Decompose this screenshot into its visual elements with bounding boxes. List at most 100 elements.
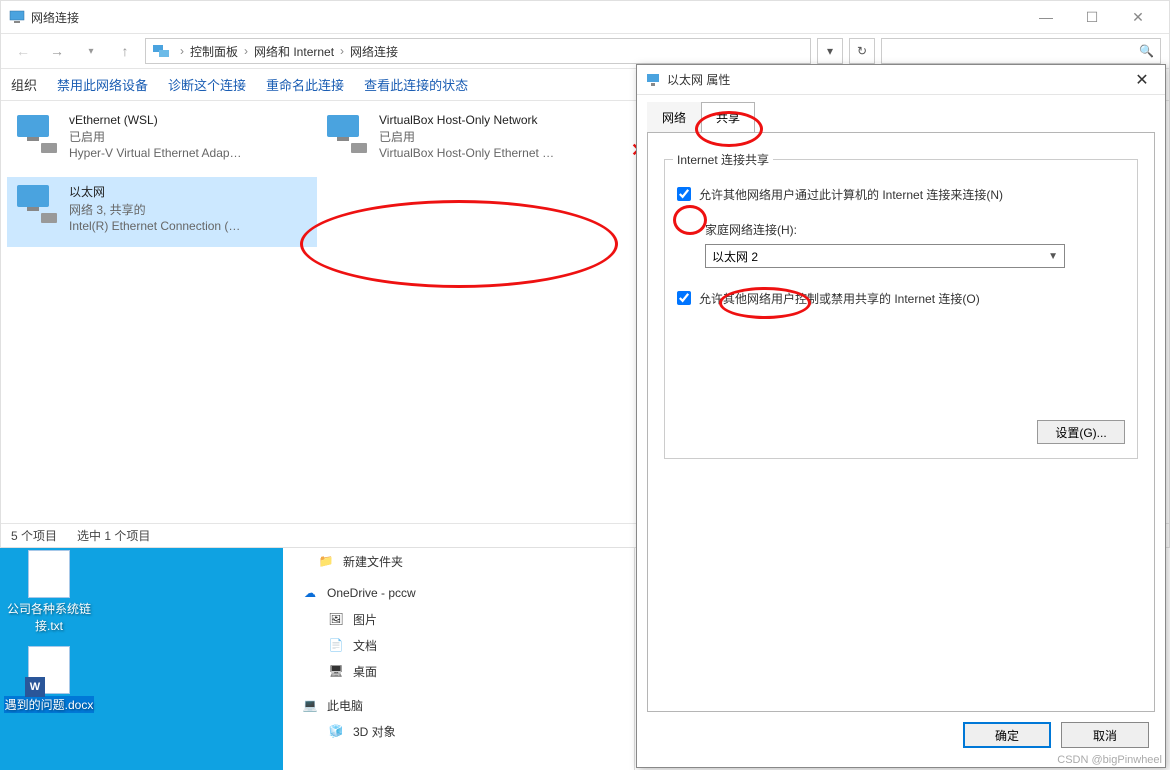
tree-folder[interactable]: 📁 新建文件夹 bbox=[283, 548, 634, 574]
network-adapter-icon bbox=[13, 183, 61, 229]
allow-share-checkbox-row[interactable]: 允许其他网络用户通过此计算机的 Internet 连接来连接(N) bbox=[677, 186, 1125, 203]
window-controls: — ☐ ✕ bbox=[1023, 3, 1161, 31]
diagnose-button[interactable]: 诊断这个连接 bbox=[168, 75, 246, 94]
breadcrumb-network-internet[interactable]: 网络和 Internet bbox=[254, 43, 334, 60]
app-icon bbox=[9, 9, 25, 25]
breadcrumb-network-connections[interactable]: 网络连接 bbox=[350, 43, 398, 60]
dialog-titlebar: 以太网 属性 ✕ bbox=[637, 65, 1165, 95]
desktop: 公司各种系统链接.txt W 遇到的问题.docx bbox=[0, 548, 283, 770]
desktop-file-label: 公司各种系统链接.txt bbox=[4, 600, 94, 634]
adapter-vethernet-wsl[interactable]: vEthernet (WSL) 已启用 Hyper-V Virtual Ethe… bbox=[7, 107, 317, 177]
item-count: 5 个项目 bbox=[11, 527, 57, 544]
tree-pictures[interactable]: 🖼 图片 bbox=[283, 606, 634, 632]
allow-share-label: 允许其他网络用户通过此计算机的 Internet 连接来连接(N) bbox=[699, 186, 1003, 203]
adapter-name: VirtualBox Host-Only Network bbox=[379, 113, 621, 127]
breadcrumb: › 控制面板 › 网络和 Internet › 网络连接 bbox=[176, 43, 398, 60]
search-icon: 🔍 bbox=[1139, 44, 1154, 58]
dialog-body: Internet 连接共享 允许其他网络用户通过此计算机的 Internet 连… bbox=[647, 132, 1155, 712]
disable-device-button[interactable]: 禁用此网络设备 bbox=[57, 75, 148, 94]
desktop-file-label: 遇到的问题.docx bbox=[4, 696, 94, 713]
word-badge-icon: W bbox=[25, 677, 45, 697]
breadcrumb-control-panel[interactable]: 控制面板 bbox=[190, 43, 238, 60]
adapter-name: vEthernet (WSL) bbox=[69, 113, 311, 127]
pictures-icon: 🖼 bbox=[327, 610, 345, 628]
search-input[interactable]: 🔍 bbox=[881, 38, 1161, 64]
adapter-status: 已启用 bbox=[69, 128, 311, 145]
desktop-icon: 🖥 bbox=[327, 662, 345, 680]
chevron-right-icon: › bbox=[180, 44, 184, 58]
onedrive-icon: ☁ bbox=[301, 584, 319, 602]
pc-icon: 💻 bbox=[301, 696, 319, 714]
adapter-name: 以太网 bbox=[69, 183, 311, 200]
tree-label: 此电脑 bbox=[327, 697, 363, 714]
adapter-status: 网络 3, 共享的 bbox=[69, 201, 311, 218]
watermark: CSDN @bigPinwheel bbox=[1057, 754, 1162, 766]
ethernet-properties-dialog: 以太网 属性 ✕ 网络 共享 Internet 连接共享 允许其他网络用户通过此… bbox=[636, 64, 1166, 768]
tree-label: 新建文件夹 bbox=[343, 553, 403, 570]
address-dropdown[interactable]: ▾ bbox=[817, 38, 843, 64]
chevron-right-icon: › bbox=[244, 44, 248, 58]
selected-count: 选中 1 个项目 bbox=[77, 527, 150, 544]
view-status-button[interactable]: 查看此连接的状态 bbox=[364, 75, 468, 94]
back-button[interactable]: ← bbox=[9, 37, 37, 65]
organize-menu[interactable]: 组织 bbox=[11, 75, 37, 94]
explorer-nav-tree: 📁 新建文件夹 ☁ OneDrive - pccw 🖼 图片 📄 文档 🖥 桌面… bbox=[283, 548, 635, 770]
window-title: 网络连接 bbox=[31, 9, 1023, 26]
tab-sharing[interactable]: 共享 bbox=[701, 102, 755, 133]
tree-documents[interactable]: 📄 文档 bbox=[283, 632, 634, 658]
tree-desktop[interactable]: 🖥 桌面 bbox=[283, 658, 634, 684]
ok-button[interactable]: 确定 bbox=[963, 722, 1051, 748]
groupbox-title: Internet 连接共享 bbox=[673, 151, 773, 168]
dialog-tabs: 网络 共享 bbox=[637, 95, 1165, 132]
3d-icon: 🧊 bbox=[327, 722, 345, 740]
adapter-ethernet[interactable]: 以太网 网络 3, 共享的 Intel(R) Ethernet Connecti… bbox=[7, 177, 317, 247]
recent-dropdown[interactable]: ▾ bbox=[77, 37, 105, 65]
home-connection-combobox[interactable]: 以太网 2 ▼ bbox=[705, 244, 1065, 268]
dialog-title: 以太网 属性 bbox=[667, 71, 1127, 88]
maximize-button[interactable]: ☐ bbox=[1069, 3, 1115, 31]
tree-label: 文档 bbox=[353, 637, 377, 654]
adapter-device: Hyper-V Virtual Ethernet Adap… bbox=[69, 146, 311, 160]
minimize-button[interactable]: — bbox=[1023, 3, 1069, 31]
dialog-close-button[interactable]: ✕ bbox=[1127, 70, 1157, 90]
desktop-file-docx[interactable]: W 遇到的问题.docx bbox=[4, 646, 94, 713]
home-connection-value: 以太网 2 bbox=[712, 248, 758, 265]
home-connection-group: 家庭网络连接(H): 以太网 2 ▼ bbox=[705, 221, 1125, 268]
ics-groupbox: Internet 连接共享 允许其他网络用户通过此计算机的 Internet 连… bbox=[664, 159, 1138, 459]
tab-network[interactable]: 网络 bbox=[647, 102, 701, 132]
tree-label: 3D 对象 bbox=[353, 723, 396, 740]
home-connection-label: 家庭网络连接(H): bbox=[705, 221, 1125, 238]
cancel-button[interactable]: 取消 bbox=[1061, 722, 1149, 748]
forward-button[interactable]: → bbox=[43, 37, 71, 65]
folder-icon: 📁 bbox=[317, 552, 335, 570]
refresh-button[interactable]: ↻ bbox=[849, 38, 875, 64]
txt-file-icon bbox=[28, 550, 70, 598]
up-button[interactable]: ↑ bbox=[111, 37, 139, 65]
docx-file-icon: W bbox=[28, 646, 70, 694]
network-adapter-icon bbox=[13, 113, 61, 159]
desktop-file-txt[interactable]: 公司各种系统链接.txt bbox=[4, 550, 94, 634]
network-folder-icon bbox=[152, 42, 170, 60]
adapter-status: 已启用 bbox=[379, 128, 621, 145]
tree-onedrive[interactable]: ☁ OneDrive - pccw bbox=[283, 580, 634, 606]
adapter-virtualbox[interactable]: VirtualBox Host-Only Network 已启用 Virtual… bbox=[317, 107, 627, 177]
titlebar: 网络连接 — ☐ ✕ bbox=[1, 1, 1169, 33]
tree-label: 桌面 bbox=[353, 663, 377, 680]
adapter-device: Intel(R) Ethernet Connection (… bbox=[69, 219, 311, 233]
close-button[interactable]: ✕ bbox=[1115, 3, 1161, 31]
settings-button[interactable]: 设置(G)... bbox=[1037, 420, 1125, 444]
adapter-device: VirtualBox Host-Only Ethernet … bbox=[379, 146, 621, 160]
tree-this-pc[interactable]: 💻 此电脑 bbox=[283, 692, 634, 718]
allow-control-label: 允许其他网络用户控制或禁用共享的 Internet 连接(O) bbox=[699, 290, 980, 307]
network-icon bbox=[645, 72, 661, 88]
tree-label: 图片 bbox=[353, 611, 377, 628]
network-adapter-icon bbox=[323, 113, 371, 159]
rename-button[interactable]: 重命名此连接 bbox=[266, 75, 344, 94]
allow-control-checkbox[interactable] bbox=[677, 291, 691, 305]
tree-3d-objects[interactable]: 🧊 3D 对象 bbox=[283, 718, 634, 744]
allow-control-checkbox-row[interactable]: 允许其他网络用户控制或禁用共享的 Internet 连接(O) bbox=[677, 290, 1125, 307]
chevron-right-icon: › bbox=[340, 44, 344, 58]
allow-share-checkbox[interactable] bbox=[677, 187, 691, 201]
address-field[interactable]: › 控制面板 › 网络和 Internet › 网络连接 bbox=[145, 38, 811, 64]
tree-label: OneDrive - pccw bbox=[327, 586, 416, 600]
